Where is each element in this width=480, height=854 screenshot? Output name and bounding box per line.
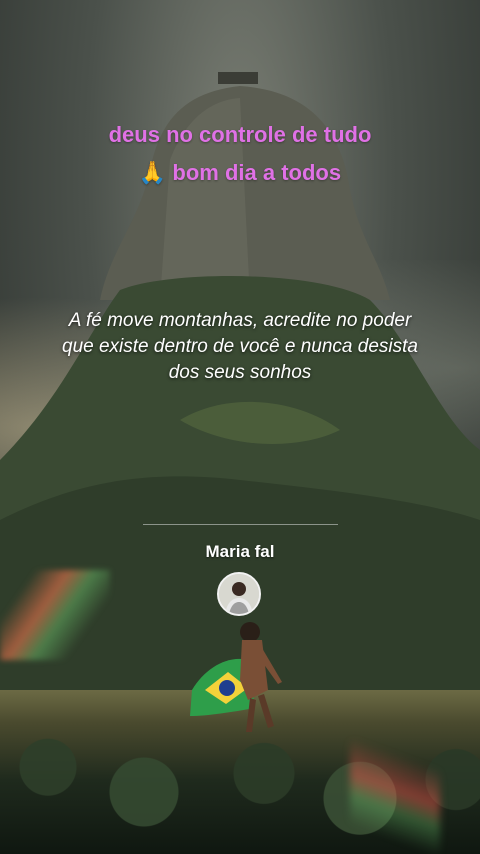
author-avatar[interactable]: [217, 572, 261, 616]
quote-text: A fé move montanhas, acredite no poder q…: [62, 310, 418, 383]
post-caption: deus no controle de tudo 🙏 bom dia a tod…: [108, 122, 372, 185]
author-name[interactable]: Maria fal: [140, 542, 340, 562]
flag-globe: [219, 680, 235, 696]
divider: [143, 524, 338, 525]
avatar-photo: [219, 574, 259, 614]
lens-flare-left: [0, 570, 110, 660]
girl-legs: [246, 694, 274, 732]
lens-flare-right: [350, 740, 440, 854]
girl-head: [240, 622, 260, 642]
